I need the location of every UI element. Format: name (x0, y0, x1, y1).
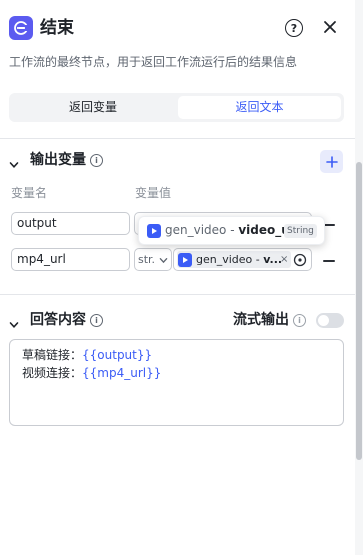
return-mode-tabs: 返回变量 返回文本 (9, 93, 344, 122)
help-icon[interactable]: ? (285, 19, 303, 37)
variable-reference-field[interactable]: gen_video - v... × (173, 248, 312, 271)
info-icon[interactable]: i (90, 314, 103, 327)
answer-line: 视频连接：{{mp4_url}} (22, 365, 161, 381)
info-icon[interactable]: i (90, 154, 103, 167)
answer-line: 草稿链接：{{output}} (22, 347, 152, 363)
variable-name-input[interactable]: output (11, 212, 130, 235)
tab-return-text[interactable]: 返回文本 (178, 96, 341, 119)
scrollbar-thumb[interactable] (356, 162, 362, 460)
chevron-down-icon (9, 322, 19, 328)
node-title: 结束 (40, 18, 74, 38)
remove-reference-icon[interactable]: × (280, 251, 288, 268)
answer-variable: {{mp4_url}} (82, 366, 162, 380)
target-icon[interactable] (293, 253, 307, 267)
tab-return-variables[interactable]: 返回变量 (12, 96, 174, 119)
value-type-select[interactable]: str. (134, 248, 172, 271)
toggle-knob (318, 315, 329, 326)
collapse-answer-chevron[interactable] (9, 315, 19, 334)
add-variable-button[interactable] (320, 150, 343, 173)
gen-video-node-icon (178, 252, 192, 267)
value-type-label: str. (138, 253, 156, 266)
divider (0, 138, 355, 139)
plus-icon (325, 155, 338, 168)
variable-tooltip: gen_video - video_url String (138, 216, 325, 245)
answer-content-editor[interactable]: 草稿链接：{{output}} 视频连接：{{mp4_url}} (9, 339, 344, 426)
node-description: 工作流的最终节点，用于返回工作流运行后的结果信息 (9, 55, 298, 69)
chevron-down-icon (9, 162, 19, 168)
ref-separator: - (252, 253, 264, 266)
tooltip-separator: - (226, 223, 239, 237)
info-icon[interactable]: i (293, 314, 306, 327)
answer-line-label: 视频连接： (22, 366, 83, 380)
type-badge: String (284, 224, 317, 238)
end-node-icon (9, 16, 33, 40)
column-header-name: 变量名 (11, 186, 48, 200)
answer-section-title: 回答内容 (30, 312, 86, 328)
remove-row-icon[interactable] (323, 260, 335, 262)
exit-icon (14, 21, 29, 35)
variable-name-input[interactable]: mp4_url (11, 248, 130, 271)
answer-variable: {{output}} (82, 348, 153, 362)
chevron-down-icon (159, 258, 168, 264)
stream-output-label: 流式输出 (233, 312, 289, 328)
close-icon[interactable] (320, 17, 340, 37)
ref-node-name: gen_video (196, 253, 253, 266)
divider (0, 294, 355, 295)
answer-line-label: 草稿链接： (22, 348, 83, 362)
collapse-output-chevron[interactable] (9, 155, 19, 174)
tooltip-node-name: gen_video (165, 223, 227, 237)
column-header-value: 变量值 (135, 186, 172, 200)
stream-output-toggle[interactable] (316, 313, 344, 328)
output-section-title: 输出变量 (30, 152, 86, 168)
gen-video-node-icon (147, 224, 161, 238)
variable-reference-chip: gen_video - v... × (177, 251, 291, 268)
